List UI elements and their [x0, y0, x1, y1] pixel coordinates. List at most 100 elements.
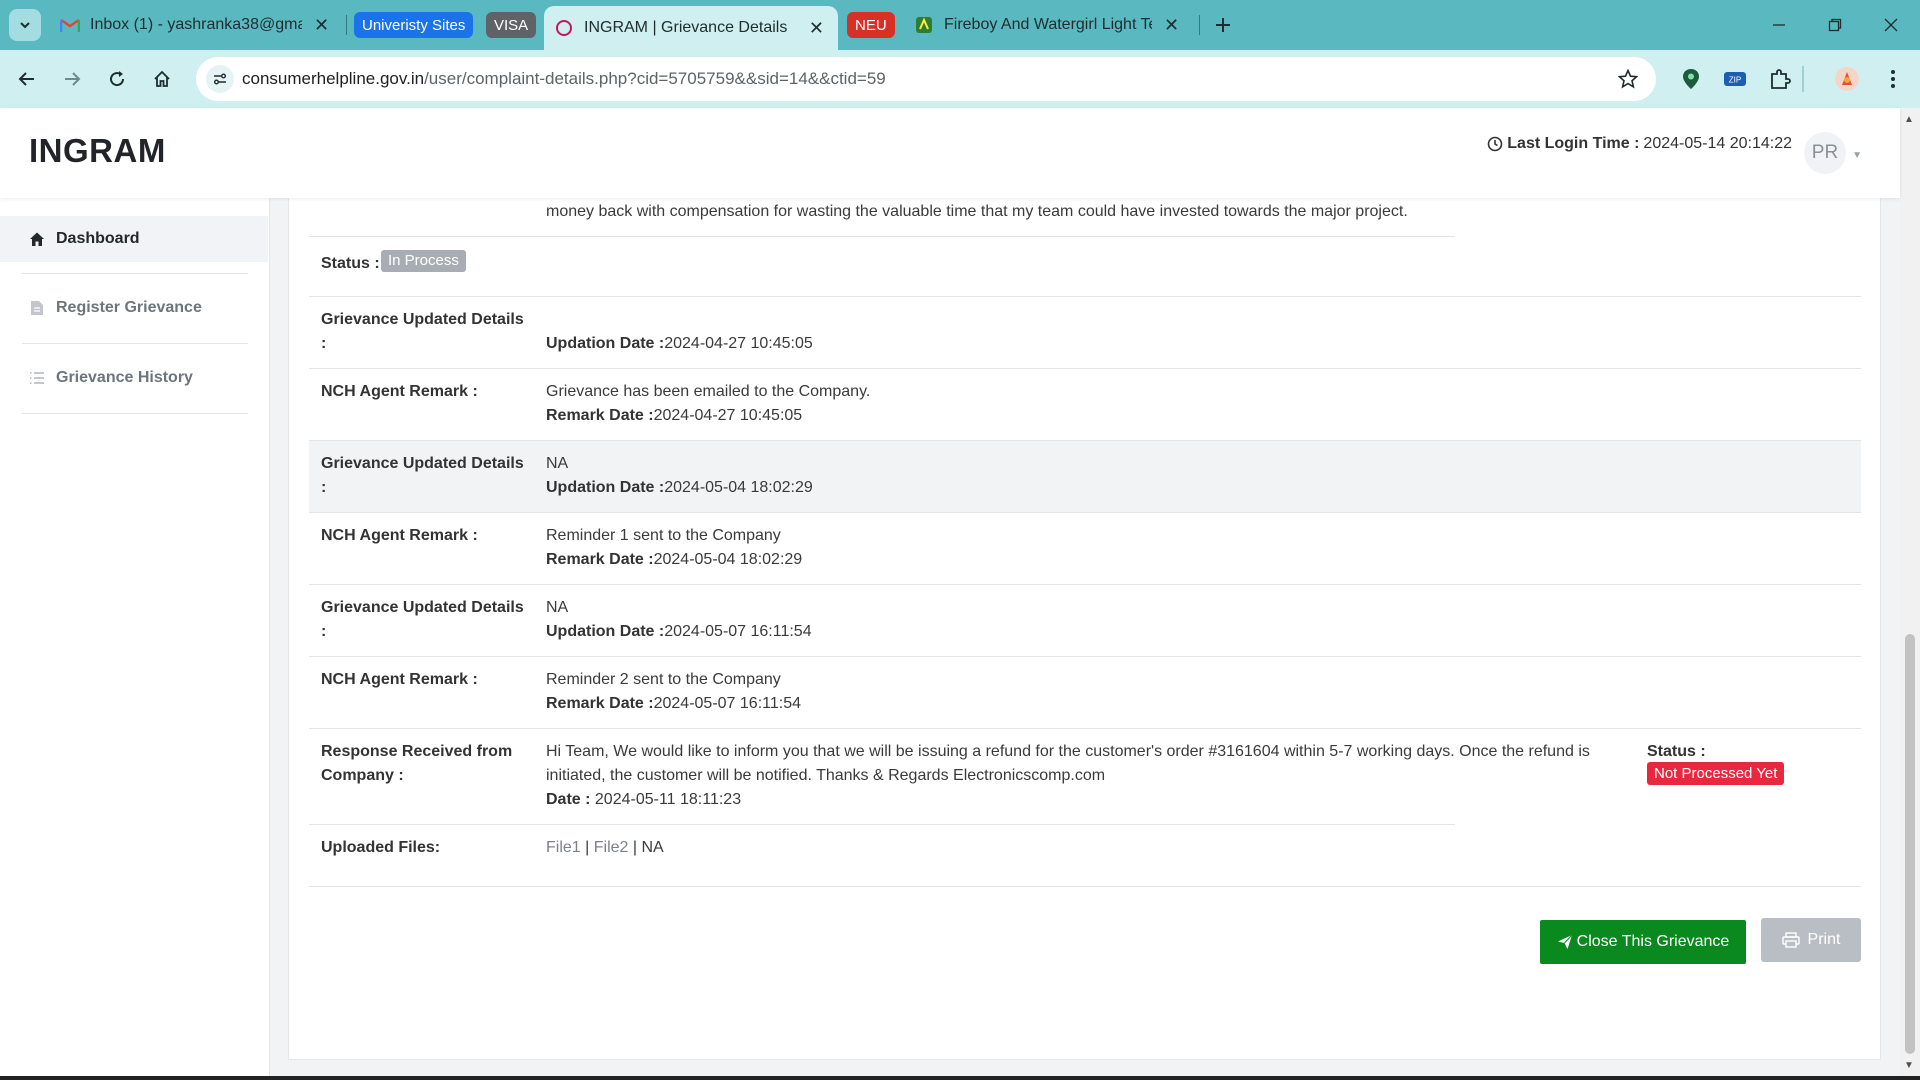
minimize-button[interactable] [1750, 0, 1808, 50]
remark-date-line: Remark Date :2024-05-04 18:02:29 [546, 548, 1626, 572]
tab-separator [346, 15, 347, 35]
close-tab-icon[interactable]: ✕ [809, 19, 824, 37]
date-value: 2024-05-07 16:11:54 [653, 695, 801, 712]
company-response-row: Response Received from Company : Hi Team… [309, 740, 1861, 812]
agent-remark-label: NCH Agent Remark : [321, 527, 478, 544]
sidebar: Dashboard Register Grievance Grievance H… [0, 198, 270, 1078]
clock-icon [1487, 136, 1503, 152]
bookmark-star-icon[interactable] [1616, 67, 1640, 91]
url-host: consumerhelpline.gov.in [242, 69, 425, 88]
remark-date-line: Remark Date :2024-04-27 10:45:05 [546, 404, 1626, 428]
date-value: 2024-04-27 10:45:05 [664, 335, 813, 352]
printer-icon [1781, 932, 1800, 948]
last-login-value: 2024-05-14 20:14:22 [1643, 135, 1792, 152]
grievance-update-label: Grievance Updated Details : [321, 599, 524, 640]
plus-icon [1216, 18, 1230, 32]
agent-remark-label: NCH Agent Remark : [321, 383, 478, 400]
tab-title: INGRAM | Grievance Details [584, 19, 788, 36]
scroll-down-icon[interactable]: ▼ [1904, 1060, 1914, 1071]
remark-text: Reminder 2 sent to the Company [546, 671, 781, 688]
uploaded-files-label: Uploaded Files: [321, 839, 441, 856]
new-tab-button[interactable] [1208, 10, 1238, 40]
file3-na: NA [641, 839, 664, 856]
grievance-update-label: Grievance Updated Details : [321, 311, 524, 352]
minimize-icon [1773, 24, 1785, 26]
file1-link[interactable]: File1 [546, 839, 581, 856]
row-divider [309, 728, 1861, 729]
close-grievance-button[interactable]: Close This Grievance [1540, 920, 1746, 964]
back-button[interactable] [10, 62, 44, 96]
row-divider [309, 512, 1861, 513]
reload-button[interactable] [100, 62, 134, 96]
tab-ingram-active[interactable]: INGRAM | Grievance Details ✕ [544, 6, 838, 50]
tab-separator [1199, 15, 1200, 35]
company-response-label: Response Received from Company : [321, 743, 513, 784]
date-value: 2024-05-04 18:02:29 [653, 551, 803, 568]
home-icon [154, 70, 170, 87]
loading-icon [554, 18, 574, 38]
uploaded-files-row: Uploaded Files: File1 | File2 | NA [309, 836, 1861, 860]
complaint-text: money back with compensation for wasting… [546, 203, 1408, 220]
agent-remark-label: NCH Agent Remark : [321, 671, 478, 688]
user-avatar[interactable]: PR [1804, 132, 1846, 174]
response-date-line: Date : 2024-05-11 18:11:23 [546, 788, 1626, 812]
status-badge: In Process [381, 250, 466, 272]
date-label: Updation Date : [546, 479, 665, 496]
grievance-update-row: Grievance Updated Details : NA Updation … [309, 596, 1861, 644]
reload-icon [110, 71, 125, 87]
row-divider [309, 296, 1861, 297]
tab-group-neu[interactable]: NEU [847, 12, 895, 38]
url-text: consumerhelpline.gov.in/user/complaint-d… [242, 69, 886, 89]
status-label: Status : [321, 255, 380, 272]
sidebar-divider [22, 413, 248, 414]
sidebar-item-dashboard[interactable]: Dashboard [0, 216, 268, 262]
caret-down-icon[interactable]: ▼ [1852, 150, 1862, 161]
close-tab-icon[interactable]: ✕ [314, 16, 329, 34]
updation-date-line: Updation Date :2024-05-07 16:11:54 [546, 620, 1626, 644]
home-button[interactable] [145, 62, 179, 96]
sidebar-divider [22, 343, 248, 344]
date-value: 2024-05-11 18:11:23 [594, 791, 742, 808]
browser-toolbar: consumerhelpline.gov.in/user/complaint-d… [0, 50, 1920, 108]
arrow-right-icon [65, 72, 81, 86]
restore-button[interactable] [1806, 0, 1864, 50]
url-path: /user/complaint-details.php?cid=5705759&… [424, 69, 886, 88]
scrollbar-thumb[interactable] [1905, 634, 1915, 1054]
scroll-up-icon[interactable]: ▲ [1904, 114, 1914, 125]
tab-search-button[interactable] [9, 9, 41, 41]
agent-remark-row: NCH Agent Remark : Reminder 2 sent to th… [309, 668, 1861, 716]
close-grievance-label: Close This Grievance [1576, 933, 1730, 950]
site-info-button[interactable] [206, 65, 234, 93]
close-icon [1884, 18, 1898, 32]
tab-title: Fireboy And Watergirl Light Tem [944, 16, 1152, 33]
tab-group-visa[interactable]: VISA [486, 12, 537, 38]
file-separator: | [632, 839, 638, 856]
chevron-down-icon [20, 22, 30, 29]
extensions-puzzle-icon[interactable] [1765, 64, 1795, 94]
tab-group-university[interactable]: Univeristy Sites [354, 12, 474, 38]
file2-link[interactable]: File2 [594, 839, 629, 856]
sidebar-item-register-grievance[interactable]: Register Grievance [0, 285, 268, 331]
extension-zip-icon[interactable]: ZIP [1720, 64, 1750, 94]
remark-text: Grievance has been emailed to the Compan… [546, 383, 871, 400]
row-divider [309, 656, 1861, 657]
sidebar-item-grievance-history[interactable]: Grievance History [0, 355, 268, 401]
grievance-update-row: Grievance Updated Details : Updation Dat… [309, 308, 1861, 356]
close-window-button[interactable] [1862, 0, 1920, 50]
company-response-text: Hi Team, We would like to inform you tha… [546, 743, 1590, 784]
tab-gmail[interactable]: Inbox (1) - yashranka38@gmail ✕ [60, 8, 338, 42]
close-tab-icon[interactable]: ✕ [1164, 16, 1179, 34]
print-label: Print [1807, 931, 1841, 948]
forward-button[interactable] [55, 62, 89, 96]
date-value: 2024-04-27 10:45:05 [653, 407, 803, 424]
address-bar[interactable]: consumerhelpline.gov.in/user/complaint-d… [196, 57, 1656, 101]
profile-avatar-icon[interactable] [1832, 64, 1862, 94]
tab-fireboy[interactable]: Fireboy And Watergirl Light Tem ✕ [914, 8, 1192, 42]
page-scrollbar[interactable]: ▲ ▼ [1900, 108, 1920, 1080]
extension-location-icon[interactable] [1676, 64, 1706, 94]
restore-icon [1828, 18, 1842, 32]
app-logo[interactable]: INGRAM [29, 132, 166, 170]
print-button[interactable]: Print [1761, 918, 1861, 962]
browser-menu-icon[interactable] [1878, 64, 1908, 94]
sidebar-item-label: Register Grievance [56, 299, 202, 316]
